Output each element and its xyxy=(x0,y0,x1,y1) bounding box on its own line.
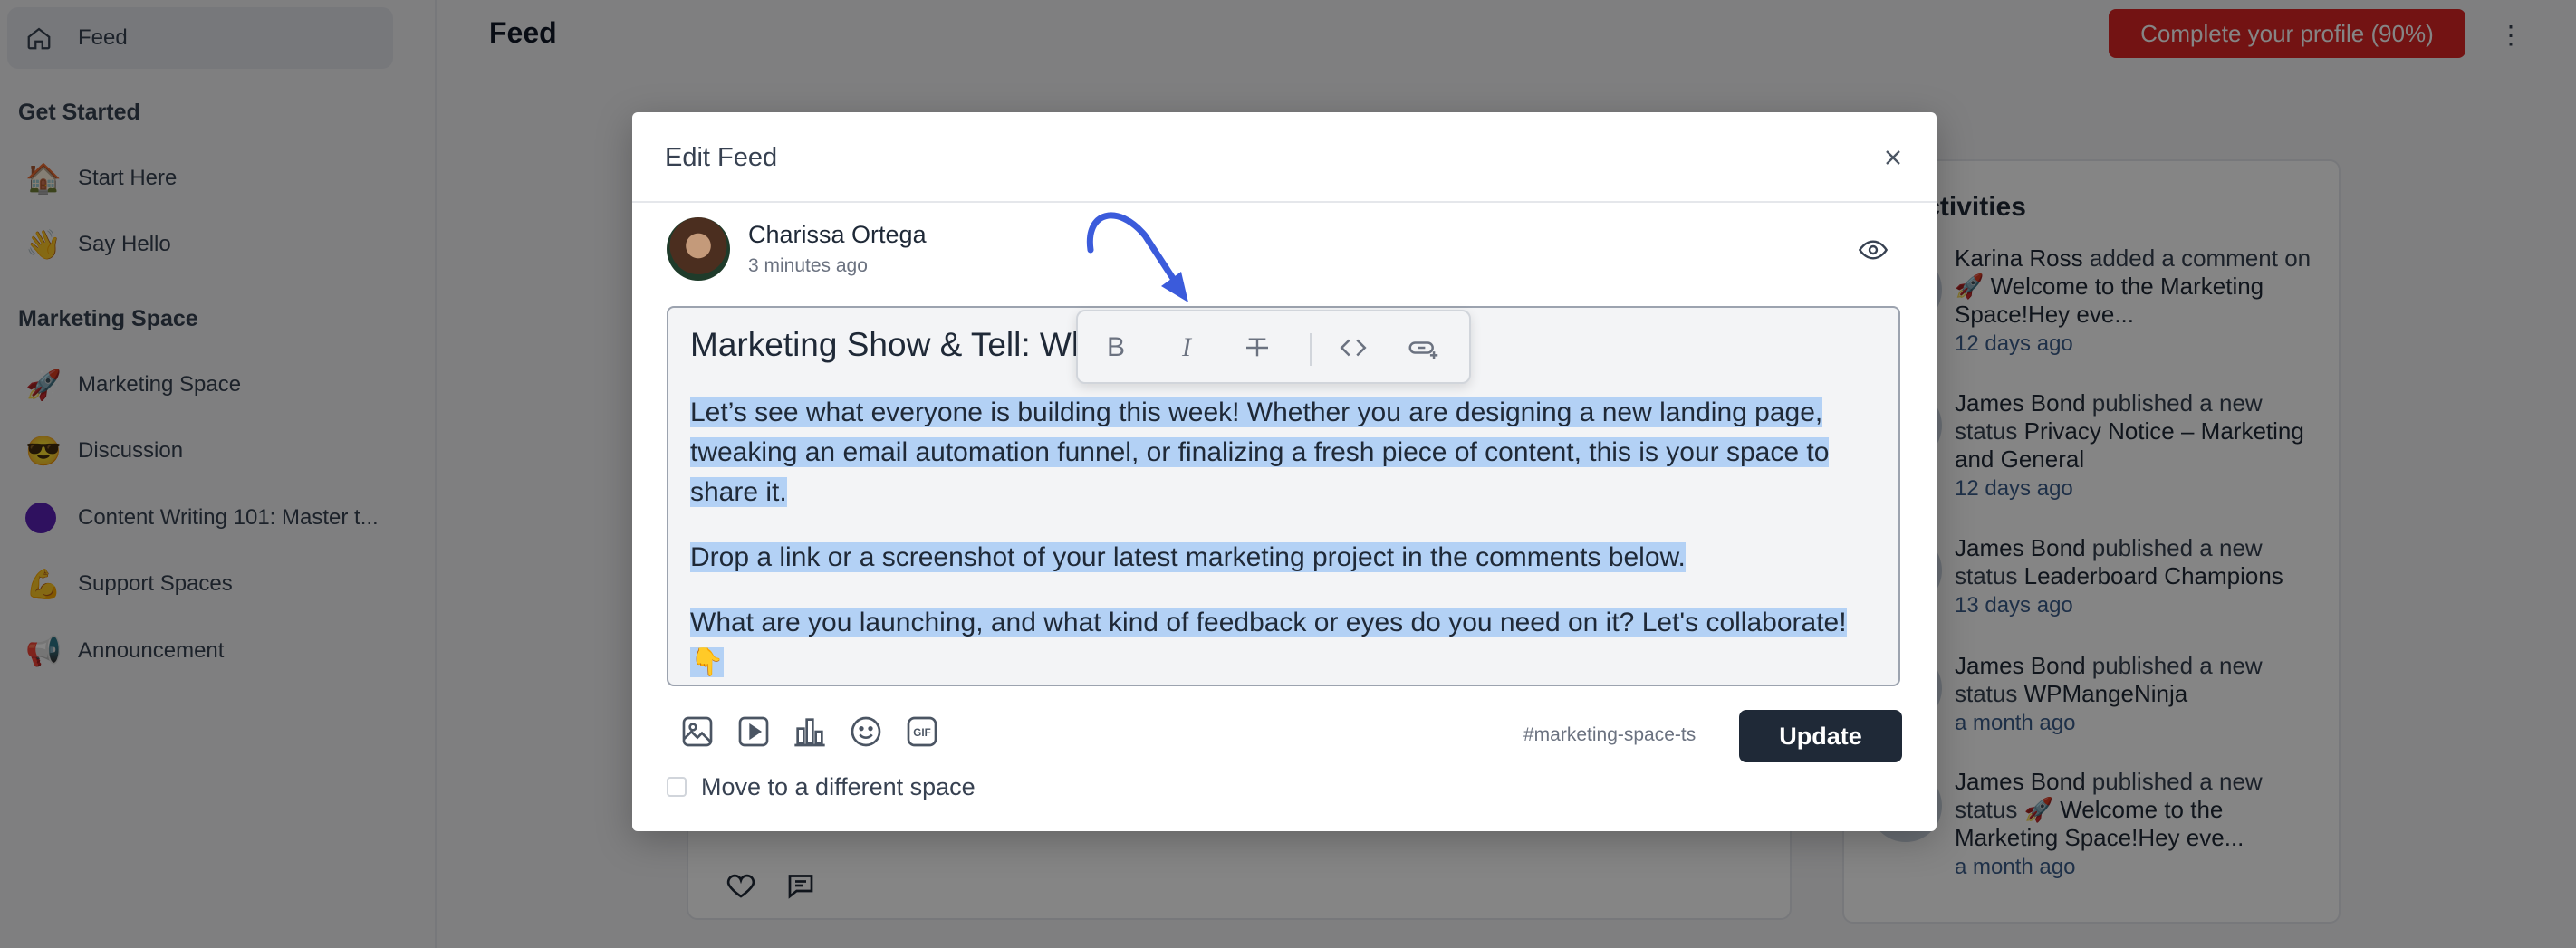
toolbar-divider xyxy=(1310,333,1312,366)
gif-icon[interactable]: GIF xyxy=(904,713,940,750)
post-paragraph[interactable]: Drop a link or a screenshot of your late… xyxy=(690,538,1886,578)
modal-title: Edit Feed xyxy=(665,143,778,172)
bold-button[interactable]: B xyxy=(1098,330,1134,366)
post-paragraph[interactable]: What are you launching, and what kind of… xyxy=(690,603,1886,683)
annotation-arrow-icon xyxy=(1086,212,1188,302)
image-upload-icon[interactable] xyxy=(679,713,716,750)
post-paragraph[interactable]: Let’s see what everyone is building this… xyxy=(690,393,1886,512)
author-time: 3 minutes ago xyxy=(748,255,868,276)
post-title[interactable]: Marketing Show & Tell: Wh xyxy=(690,326,1090,364)
move-space-checkbox[interactable] xyxy=(667,777,687,797)
modal-header: Edit Feed xyxy=(632,112,1937,203)
link-icon[interactable] xyxy=(1406,330,1442,366)
italic-button[interactable]: I xyxy=(1168,330,1205,366)
code-icon[interactable] xyxy=(1335,330,1371,366)
move-space-label[interactable]: Move to a different space xyxy=(701,773,976,801)
strikethrough-icon[interactable] xyxy=(1239,330,1275,366)
poll-chart-icon[interactable] xyxy=(792,713,828,750)
edit-feed-modal: Edit Feed Charissa Ortega 3 minutes ago … xyxy=(632,112,1937,831)
author-avatar xyxy=(667,217,730,281)
video-icon[interactable] xyxy=(735,713,772,750)
close-icon[interactable] xyxy=(1880,145,1906,170)
eye-icon[interactable] xyxy=(1858,239,1889,265)
author-name: Charissa Ortega xyxy=(748,221,927,248)
format-toolbar: B I xyxy=(1076,310,1471,384)
emoji-icon[interactable] xyxy=(848,713,884,750)
update-button[interactable]: Update xyxy=(1739,710,1902,762)
space-tag: #marketing-space-ts xyxy=(1523,724,1697,745)
svg-text:GIF: GIF xyxy=(913,727,930,739)
